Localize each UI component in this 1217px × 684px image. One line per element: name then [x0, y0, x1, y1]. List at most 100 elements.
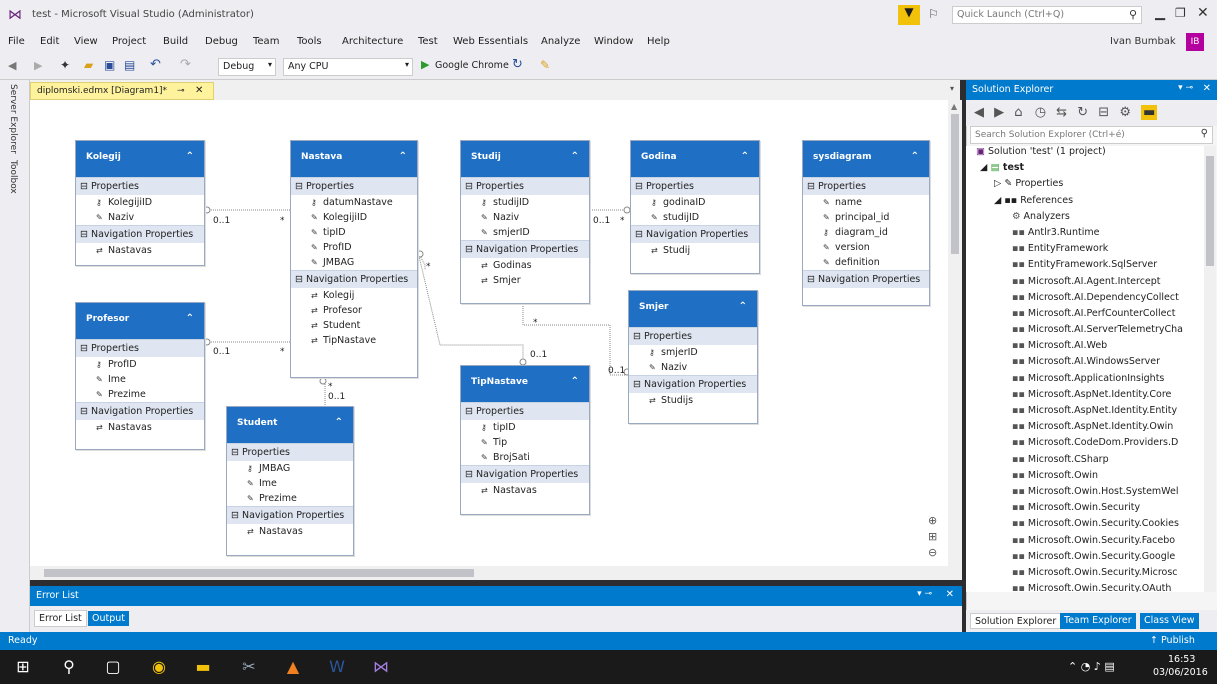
file-explorer-icon[interactable]: ▬	[192, 656, 214, 678]
preview-icon[interactable]: ▬	[1141, 105, 1158, 120]
entity-header[interactable]: Godina ⌃	[631, 141, 759, 177]
property[interactable]: ✎ studijID	[631, 210, 759, 225]
publish-button[interactable]: ↑ Publish	[1150, 635, 1195, 646]
menu-window[interactable]: Window	[594, 36, 633, 47]
tree-item-references[interactable]: ◢ ▪▪ References	[966, 195, 1204, 211]
navigation-property[interactable]: ⇄ TipNastave	[291, 333, 417, 348]
menu-analyze[interactable]: Analyze	[541, 36, 580, 47]
panel-menu-icon[interactable]: ▾ ⊸	[1178, 83, 1193, 93]
tree-item-reference[interactable]: ▪▪ Antlr3.Runtime	[966, 227, 1204, 243]
entity-profesor[interactable]: Profesor ⌃ ⊟ Properties ⚷ ProfID ✎ Ime ✎ Pre…	[75, 302, 205, 450]
tree-item-reference[interactable]: ⚙ Analyzers	[966, 211, 1204, 227]
entity-tipnastave[interactable]: TipNastave ⌃ ⊟ Properties ⚷ tipID ✎ Tip ✎ Br…	[460, 365, 590, 515]
open-file-icon[interactable]: ▰	[84, 58, 93, 72]
tab-class-view[interactable]: Class View	[1140, 613, 1199, 629]
property[interactable]: ✎ Prezime	[76, 387, 204, 402]
scroll-thumb[interactable]	[44, 569, 474, 577]
pin-icon[interactable]: ⊸	[177, 86, 185, 96]
feedback-icon[interactable]: ⚐	[928, 7, 939, 21]
entity-header[interactable]: Profesor ⌃	[76, 303, 204, 339]
browser-link-icon[interactable]: ✎	[540, 58, 550, 72]
navigation-property[interactable]: ⇄ Nastavas	[76, 420, 204, 435]
entity-studij[interactable]: Studij ⌃ ⊟ Properties ⚷ studijID ✎ Naziv ✎ s…	[460, 140, 590, 304]
menu-tools[interactable]: Tools	[297, 36, 322, 47]
entity-student[interactable]: Student ⌃ ⊟ Properties ⚷ JMBAG ✎ Ime ✎ Prezi…	[226, 406, 354, 556]
close-panel-icon[interactable]: ✕	[946, 589, 954, 600]
tree-item-reference[interactable]: ▪▪ EntityFramework.SqlServer	[966, 259, 1204, 275]
tab-output[interactable]: Output	[88, 611, 129, 626]
tab-solution-explorer[interactable]: Solution Explorer	[970, 613, 1062, 629]
clock-time[interactable]: 16:53	[1168, 654, 1195, 665]
collapse-icon[interactable]: ⌃	[335, 417, 343, 428]
new-project-icon[interactable]: ✦	[60, 58, 70, 72]
zoom-out-icon[interactable]: ⊖	[928, 546, 937, 559]
vlc-icon[interactable]: ▲	[282, 656, 304, 678]
chevron-right-icon[interactable]: ▷	[994, 178, 1004, 189]
property[interactable]: ✎ KolegijiID	[291, 210, 417, 225]
tab-overflow-icon[interactable]: ▾	[950, 84, 954, 93]
solution-tree-scrollbar[interactable]	[1204, 146, 1216, 592]
property[interactable]: ✎ Ime	[227, 476, 353, 491]
tree-item-project[interactable]: ◢ ▤ test	[966, 162, 1204, 178]
start-debug-icon[interactable]: ▶	[421, 58, 429, 71]
menu-edit[interactable]: Edit	[40, 36, 59, 47]
navigation-section[interactable]: ⊟ Navigation Properties	[803, 270, 929, 288]
save-icon[interactable]: ▣	[104, 58, 115, 72]
tree-item-reference[interactable]: ▪▪ Microsoft.Owin.Security.Microsc	[966, 567, 1204, 583]
property[interactable]: ✎ smjerID	[461, 225, 589, 240]
menu-web-essentials[interactable]: Web Essentials	[453, 36, 528, 47]
sync-icon[interactable]: ⇆	[1056, 105, 1067, 120]
user-avatar[interactable]: IB	[1186, 33, 1204, 51]
tree-item-reference[interactable]: ▪▪ Microsoft.ApplicationInsights	[966, 373, 1204, 389]
search-icon[interactable]: ⚲	[58, 656, 80, 678]
collapse-icon[interactable]: ⌃	[741, 151, 749, 162]
tray-icons[interactable]: ⌃ ◔ ♪ ▤	[1068, 660, 1115, 673]
key-property[interactable]: ⚷ ProfID	[76, 357, 204, 372]
navigation-section[interactable]: ⊟ Navigation Properties	[631, 225, 759, 243]
key-property[interactable]: ⚷ tipID	[461, 420, 589, 435]
redo-icon[interactable]: ↷	[180, 57, 191, 72]
navigation-section[interactable]: ⊟ Navigation Properties	[629, 375, 757, 393]
tree-item-reference[interactable]: ▪▪ Microsoft.AspNet.Identity.Core	[966, 389, 1204, 405]
entity-kolegij[interactable]: Kolegij ⌃ ⊟ Properties ⚷ KolegijiID ✎ Naziv…	[75, 140, 205, 266]
refresh-icon[interactable]: ↻	[512, 57, 523, 72]
property[interactable]: ✎ Naziv	[76, 210, 204, 225]
scroll-thumb[interactable]	[951, 114, 959, 254]
entity-godina[interactable]: Godina ⌃ ⊟ Properties ⚷ godinaID ✎ studijID…	[630, 140, 760, 274]
tree-item-reference[interactable]: ▪▪ Microsoft.Owin.Host.SystemWel	[966, 486, 1204, 502]
collapse-all-icon[interactable]: ⊟	[1098, 105, 1109, 120]
clock-date[interactable]: 03/06/2016	[1153, 667, 1208, 678]
navigation-section[interactable]: ⊟ Navigation Properties	[461, 465, 589, 483]
navigation-property[interactable]: ⇄ Godinas	[461, 258, 589, 273]
navigation-property[interactable]: ⇄ Nastavas	[76, 243, 204, 258]
navigation-section[interactable]: ⊟ Navigation Properties	[227, 506, 353, 524]
undo-icon[interactable]: ↶	[150, 57, 161, 72]
key-property[interactable]: ⚷ godinaID	[631, 195, 759, 210]
collapse-icon[interactable]: ⌃	[911, 151, 919, 162]
tree-item-reference[interactable]: ▪▪ Microsoft.Owin	[966, 470, 1204, 486]
menu-help[interactable]: Help	[647, 36, 670, 47]
menu-debug[interactable]: Debug	[205, 36, 238, 47]
maximize-button[interactable]: ❐	[1175, 6, 1186, 20]
entity-nastava[interactable]: Nastava ⌃ ⊟ Properties ⚷ datumNastave ✎ Kol…	[290, 140, 418, 378]
home-icon[interactable]: ⌂	[1014, 105, 1022, 120]
menu-project[interactable]: Project	[112, 36, 146, 47]
tab-error-list[interactable]: Error List	[34, 610, 87, 627]
solution-explorer-search[interactable]: Search Solution Explorer (Ctrl+é) ⚲	[970, 126, 1213, 144]
navigation-section[interactable]: ⊟ Navigation Properties	[461, 240, 589, 258]
key-property[interactable]: ⚷ JMBAG	[227, 461, 353, 476]
solution-explorer-header[interactable]: Solution Explorer ▾ ⊸ ✕	[966, 80, 1217, 100]
toolbox-tab[interactable]: Toolbox	[8, 160, 18, 194]
property[interactable]: ✎ name	[803, 195, 929, 210]
tree-item-reference[interactable]: ▪▪ Microsoft.Owin.Security.Google	[966, 551, 1204, 567]
entity-header[interactable]: Smjer ⌃	[629, 291, 757, 327]
tree-item-reference[interactable]: ▪▪ Microsoft.CSharp	[966, 454, 1204, 470]
close-tab-icon[interactable]: ✕	[195, 85, 203, 96]
tree-item-reference[interactable]: ▪▪ Microsoft.AI.PerfCounterCollect	[966, 308, 1204, 324]
menu-build[interactable]: Build	[163, 36, 188, 47]
navigation-property[interactable]: ⇄ Nastavas	[461, 483, 589, 498]
properties-section[interactable]: ⊟ Properties	[461, 402, 589, 420]
horizontal-scrollbar[interactable]	[30, 566, 962, 580]
navigation-property[interactable]: ⇄ Studij	[631, 243, 759, 258]
panel-menu-icon[interactable]: ▾ ⊸	[917, 589, 932, 599]
